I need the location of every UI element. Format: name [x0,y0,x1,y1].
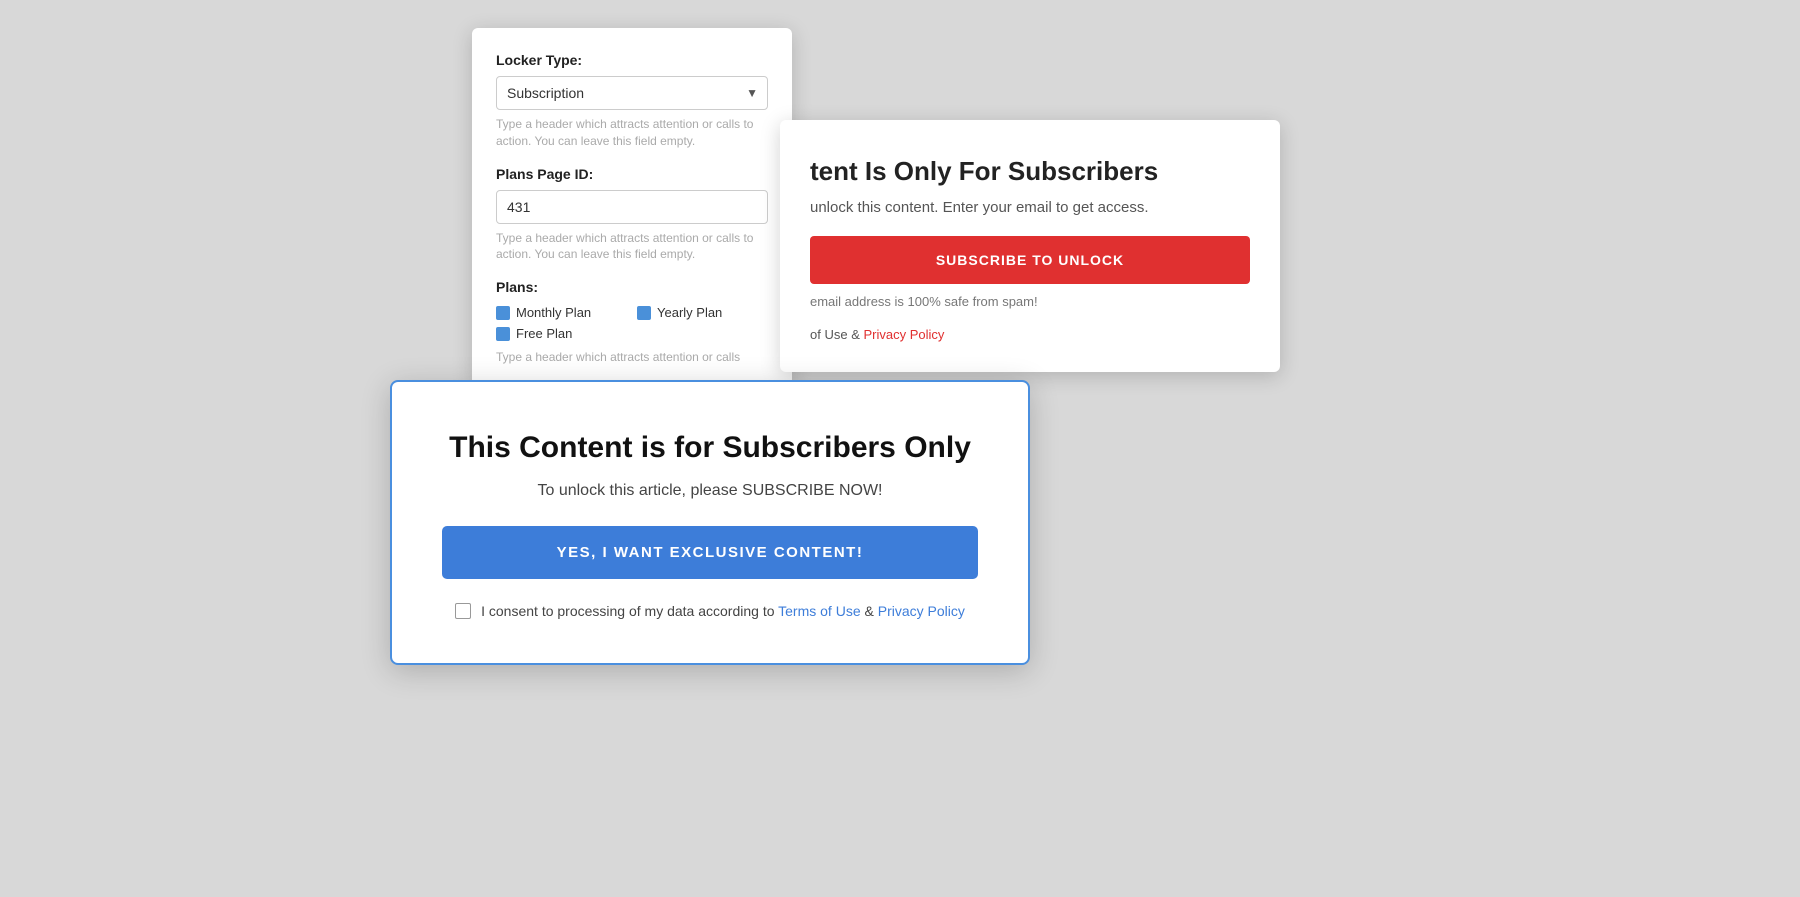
consent-text: I consent to processing of my data accor… [481,603,965,619]
plan-item-free[interactable]: Free Plan [496,326,627,341]
terms-of-use-prefix: of Use [810,327,848,342]
plans-page-id-hint: Type a header which attracts attention o… [496,230,768,264]
monthly-plan-checkbox[interactable] [496,306,510,320]
yearly-plan-label: Yearly Plan [657,305,722,320]
plans-label: Plans: [496,279,768,295]
free-plan-checkbox[interactable] [496,327,510,341]
yearly-plan-checkbox[interactable] [637,306,651,320]
plans-page-id-input[interactable] [496,190,768,224]
settings-panel: Locker Type: Subscription ▼ Type a heade… [472,28,792,386]
plans-grid: Monthly Plan Yearly Plan Free Plan [496,305,768,341]
monthly-plan-label: Monthly Plan [516,305,591,320]
locker-type-select-wrapper[interactable]: Subscription ▼ [496,76,768,110]
plans-hint: Type a header which attracts attention o… [496,349,768,366]
subscription-privacy-link[interactable]: Privacy Policy [878,603,965,619]
locker-type-hint: Type a header which attracts attention o… [496,116,768,150]
subscription-terms-link[interactable]: Terms of Use [778,603,860,619]
subscription-locker: This Content is for Subscribers Only To … [390,380,1030,665]
email-locker-legal: of Use & Privacy Policy [810,327,1250,342]
spam-note: email address is 100% safe from spam! [810,294,1250,309]
subscription-and: & [865,603,878,619]
subscription-locker-title: This Content is for Subscribers Only [442,430,978,466]
locker-type-select[interactable]: Subscription [496,76,768,110]
email-locker-preview: tent Is Only For Subscribers unlock this… [780,120,1280,372]
email-locker-subtitle: unlock this content. Enter your email to… [810,199,1250,216]
plan-item-yearly[interactable]: Yearly Plan [637,305,768,320]
privacy-policy-link[interactable]: Privacy Policy [864,327,945,342]
yes-exclusive-content-button[interactable]: YES, I WANT EXCLUSIVE CONTENT! [442,526,978,579]
free-plan-label: Free Plan [516,326,572,341]
consent-row: I consent to processing of my data accor… [442,603,978,619]
plan-item-monthly[interactable]: Monthly Plan [496,305,627,320]
locker-type-label: Locker Type: [496,52,768,68]
consent-checkbox[interactable] [455,603,471,619]
plans-page-id-label: Plans Page ID: [496,166,768,182]
email-locker-title: tent Is Only For Subscribers [810,156,1250,187]
legal-and: & [851,327,863,342]
subscription-locker-subtitle: To unlock this article, please SUBSCRIBE… [442,482,978,500]
subscribe-to-unlock-button[interactable]: SUBSCRIBE TO UNLOCK [810,236,1250,284]
